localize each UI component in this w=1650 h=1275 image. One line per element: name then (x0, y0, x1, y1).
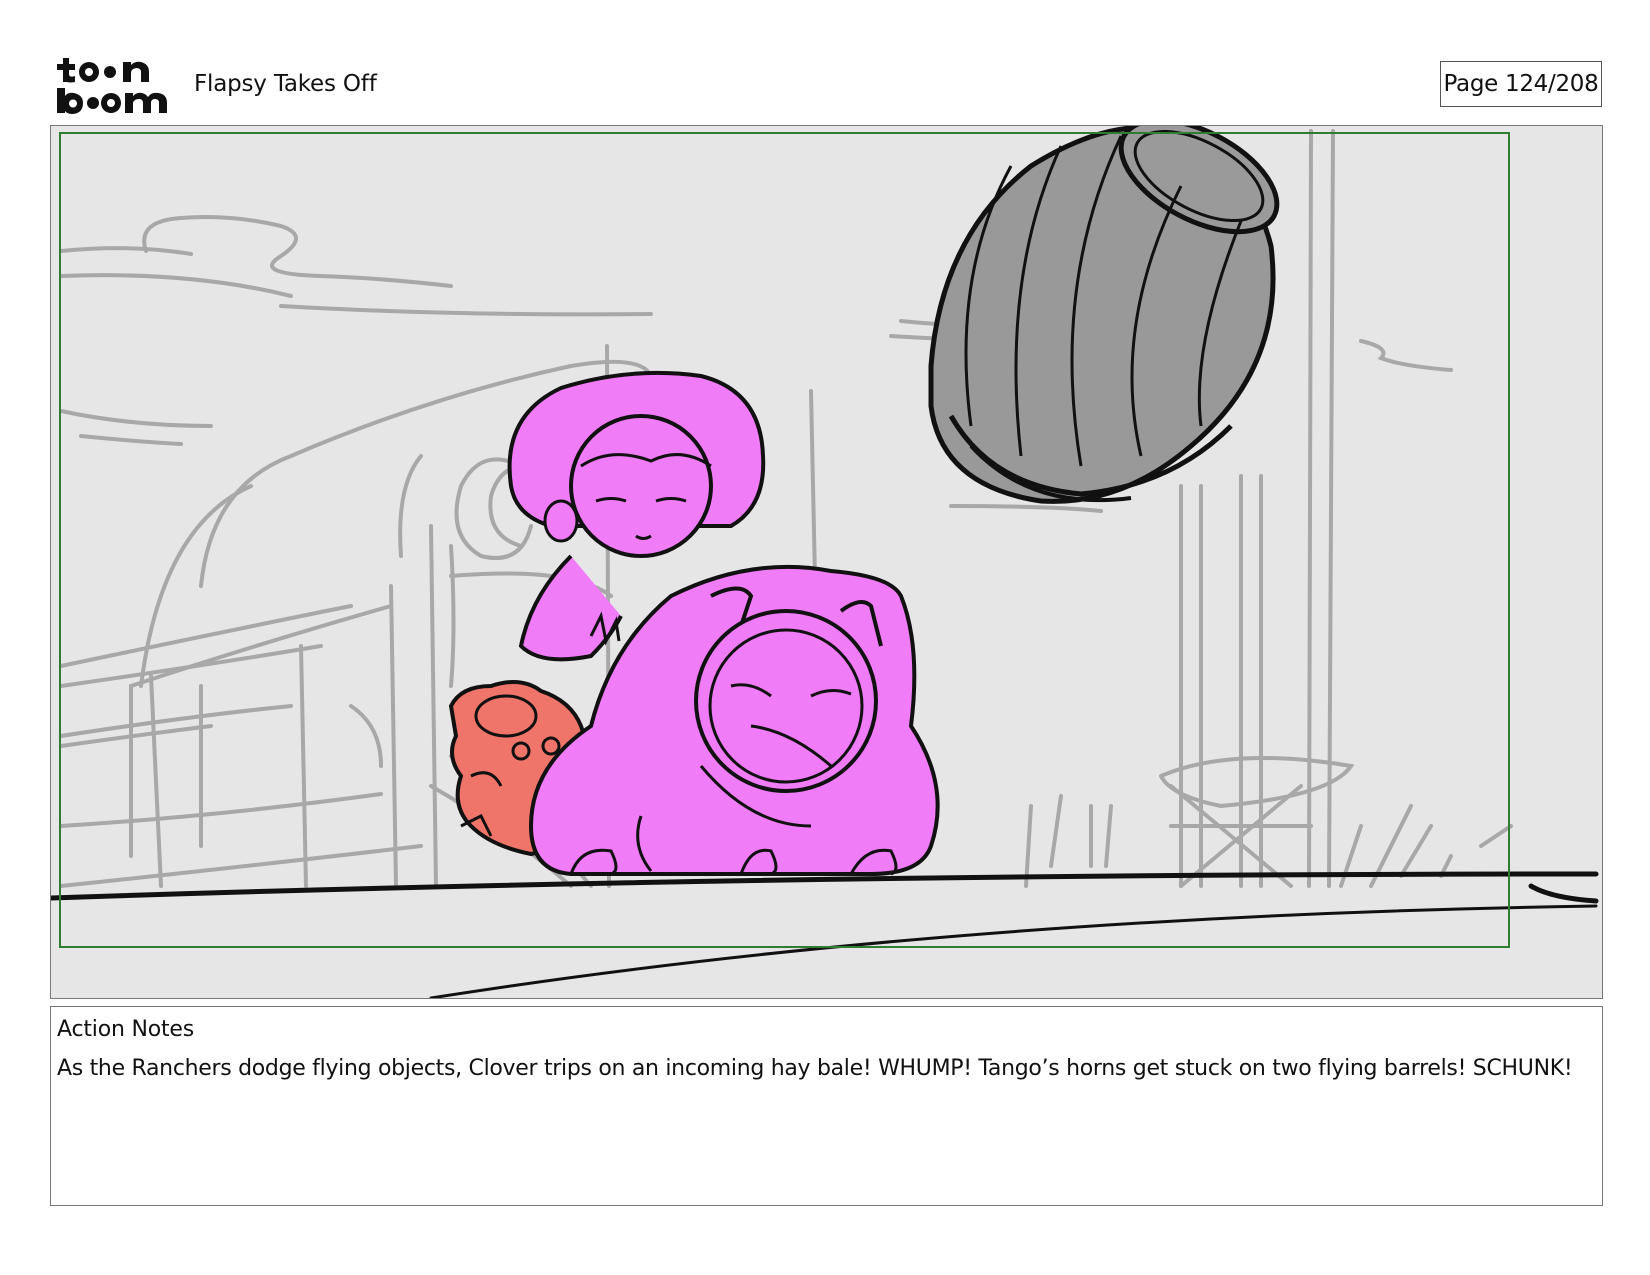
project-title: Flapsy Takes Off (194, 71, 377, 97)
action-notes-text: As the Ranchers dodge flying objects, Cl… (57, 1056, 1573, 1081)
panel-drawing (51, 126, 1602, 998)
storyboard-panel (50, 125, 1603, 999)
toon-boom-logo (55, 56, 171, 116)
action-notes-box: Action Notes As the Ranchers dodge flyin… (50, 1006, 1603, 1206)
action-notes-header: Action Notes (57, 1017, 195, 1042)
page-number: Page 124/208 (1440, 61, 1602, 107)
